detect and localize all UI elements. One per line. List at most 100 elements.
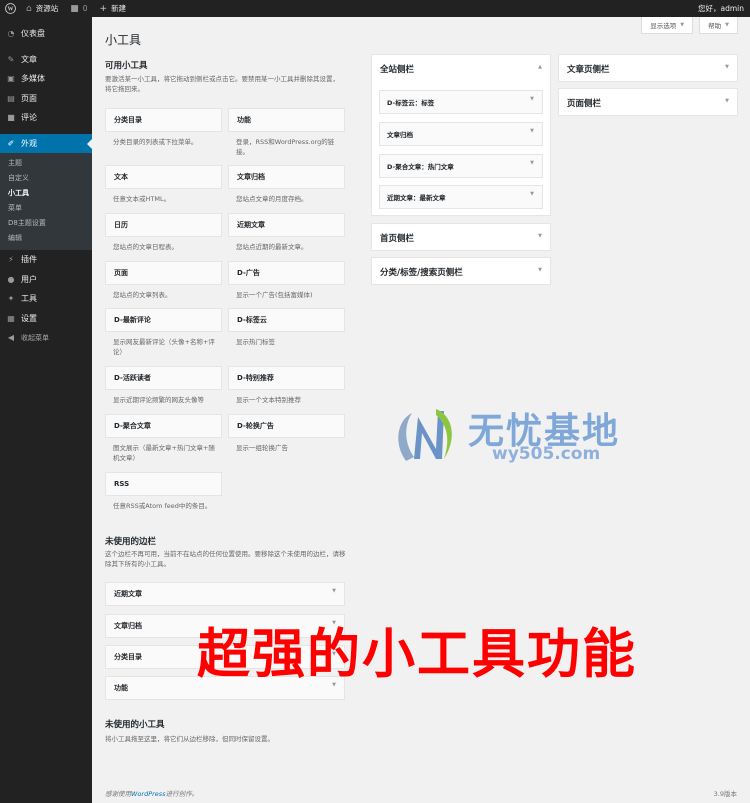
wordpress-link[interactable]: WordPress — [131, 790, 166, 798]
available-widget[interactable]: 功能 登录，RSS和WordPress.org的链接。 — [228, 108, 345, 157]
admin-bar: W ⌂ 资源站 ■ 0 + 新建 您好，admin — [0, 0, 750, 17]
widget-title[interactable]: D-活跃读者 — [105, 366, 222, 390]
available-widget[interactable]: D-最新评论 显示网友最新评论（头像+名称+评论） — [105, 308, 222, 357]
menu-posts[interactable]: ✎ 文章 — [0, 50, 92, 70]
submenu-customize[interactable]: 自定义 — [0, 171, 92, 186]
wordpress-logo-icon[interactable]: W — [0, 0, 20, 17]
available-widget[interactable]: RSS 任意RSS或Atom feed中的条目。 — [105, 472, 222, 512]
widget-title[interactable]: D-轮换广告 — [228, 414, 345, 438]
menu-users[interactable]: ● 用户 — [0, 270, 92, 290]
widget-title[interactable]: 页面 — [105, 261, 222, 285]
menu-tools[interactable]: ✦ 工具 — [0, 289, 92, 309]
sidebar-title: 文章页侧栏 — [567, 64, 610, 75]
widget-title[interactable]: D-特别推荐 — [228, 366, 345, 390]
menu-settings[interactable]: ▦ 设置 — [0, 309, 92, 329]
available-widget[interactable]: 分类目录 分类目录的列表或下拉菜单。 — [105, 108, 222, 148]
collapse-icon: ◀ — [7, 333, 15, 343]
submenu-themes[interactable]: 主题 — [0, 156, 92, 171]
menu-dashboard[interactable]: ◔ 仪表盘 — [0, 24, 92, 44]
available-widget[interactable]: D-聚合文章 图文展示（最新文章+热门文章+随机文章） — [105, 414, 222, 463]
chevron-down-icon[interactable]: ▼ — [725, 64, 729, 70]
widget-description: 显示一个文本特别推荐 — [236, 396, 301, 404]
site-name: 资源站 — [35, 4, 59, 13]
collapse-menu-button[interactable]: ◀ 收起菜单 — [0, 328, 92, 348]
chevron-down-icon[interactable]: ▼ — [725, 98, 729, 104]
sidebar-widget[interactable]: D-聚合文章：热门文章 ▼ — [379, 154, 543, 178]
sidebar-widget[interactable]: 近期文章：最新文章 ▼ — [379, 185, 543, 209]
sidebar-home-header[interactable]: 首页侧栏 ▼ — [372, 224, 550, 251]
menu-label: 设置 — [21, 313, 37, 323]
user-icon: ● — [7, 274, 15, 284]
available-widget[interactable]: D-特别推荐显示一个文本特别推荐 — [228, 366, 345, 406]
sidebar-article-header[interactable]: 文章页侧栏 ▼ — [559, 55, 737, 82]
widget-title[interactable]: 文本 — [105, 165, 222, 189]
available-widget[interactable]: 文章归档 您站点文章的月度存档。 — [228, 165, 345, 205]
chevron-down-icon[interactable]: ▼ — [538, 267, 542, 273]
comments-link[interactable]: ■ 0 — [64, 0, 93, 17]
widget-title[interactable]: 功能 — [228, 108, 345, 132]
available-widget[interactable]: D-标签云 显示热门标签 — [228, 308, 345, 348]
sidebar-title: 页面侧栏 — [567, 98, 602, 109]
chevron-down-icon[interactable]: ▼ — [530, 128, 534, 134]
widget-title[interactable]: RSS — [105, 472, 222, 496]
menu-label: 插件 — [21, 255, 37, 265]
menu-label: 外观 — [21, 138, 37, 148]
widget-title: D-标签云：标签 — [387, 99, 435, 107]
available-widget[interactable]: 日历 您站点的文章日程表。 — [105, 213, 222, 253]
help-button[interactable]: 帮助 ▼ — [699, 17, 738, 34]
sidebar-home[interactable]: 首页侧栏 ▼ — [371, 223, 551, 251]
widget-title[interactable]: D-广告 — [228, 261, 345, 285]
watermark-url: wy505.com — [492, 444, 601, 464]
available-widget[interactable]: 近期文章您站点近期的最新文章。 — [228, 213, 345, 253]
screen-meta-links: 显示选项 ▼ 帮助 ▼ — [641, 17, 738, 34]
widget-title[interactable]: 日历 — [105, 213, 222, 237]
available-widget[interactable]: D-广告 显示一个广告(包括富媒体) — [228, 261, 345, 301]
menu-media[interactable]: ▣ 多媒体 — [0, 69, 92, 89]
sidebar-article[interactable]: 文章页侧栏 ▼ — [558, 54, 738, 82]
widget-title[interactable]: D-聚合文章 — [105, 414, 222, 438]
watermark-logo-icon — [398, 409, 452, 461]
sidebar-page-header[interactable]: 页面侧栏 ▼ — [559, 89, 737, 116]
available-widget[interactable]: 文本 任意文本或HTML。 — [105, 165, 222, 205]
chevron-down-icon[interactable]: ▼ — [538, 233, 542, 239]
sidebar-site-header[interactable]: 全站侧栏 ▲ — [372, 55, 550, 82]
menu-pages[interactable]: ▤ 页面 — [0, 89, 92, 109]
menu-comments[interactable]: ■ 评论 — [0, 108, 92, 128]
available-widget[interactable]: D-轮换广告 显示一组轮换广告 — [228, 414, 345, 454]
widget-description: 您站点近期的最新文章。 — [236, 243, 308, 251]
site-name-link[interactable]: ⌂ 资源站 — [20, 0, 64, 17]
screen-options-button[interactable]: 显示选项 ▼ — [641, 17, 694, 34]
submenu-widgets[interactable]: 小工具 — [0, 186, 92, 201]
sidebar-widget[interactable]: D-标签云：标签 ▼ — [379, 90, 543, 114]
widget-title[interactable]: 分类目录 — [105, 108, 222, 132]
unused-widgets-heading: 未使用的小工具 — [105, 720, 165, 730]
chevron-down-icon[interactable]: ▼ — [332, 588, 336, 594]
chevron-up-icon[interactable]: ▲ — [538, 64, 542, 70]
new-content-link[interactable]: + 新建 — [94, 0, 133, 17]
sidebar-widget[interactable]: 文章归档 ▼ — [379, 122, 543, 146]
inactive-widget-item[interactable]: 近期文章 ▼ — [105, 582, 345, 606]
widget-title[interactable]: D-最新评论 — [105, 308, 222, 332]
appearance-submenu: 主题 自定义 小工具 菜单 D8主题设置 编辑 — [0, 153, 92, 250]
sidebar-category[interactable]: 分类/标签/搜索页侧栏 ▼ — [371, 257, 551, 285]
submenu-d8-settings[interactable]: D8主题设置 — [0, 216, 92, 231]
widget-title[interactable]: 近期文章 — [228, 213, 345, 237]
sidebar-page[interactable]: 页面侧栏 ▼ — [558, 88, 738, 116]
available-widget[interactable]: D-活跃读者 显示近期评论频繁的网友头像等 — [105, 366, 222, 406]
home-icon: ⌂ — [26, 3, 32, 14]
chevron-down-icon[interactable]: ▼ — [530, 160, 534, 166]
chevron-down-icon[interactable]: ▼ — [530, 191, 534, 197]
submenu-menus[interactable]: 菜单 — [0, 201, 92, 216]
footer-credit: 感谢使用WordPress进行创作。 — [105, 788, 198, 798]
sidebar-category-header[interactable]: 分类/标签/搜索页侧栏 ▼ — [372, 258, 550, 285]
widget-title[interactable]: 文章归档 — [228, 165, 345, 189]
widget-title[interactable]: D-标签云 — [228, 308, 345, 332]
widget-description: 任意RSS或Atom feed中的条目。 — [113, 502, 212, 510]
chevron-down-icon[interactable]: ▼ — [530, 96, 534, 102]
submenu-editor[interactable]: 编辑 — [0, 231, 92, 246]
menu-plugins[interactable]: ⚡ 插件 — [0, 250, 92, 270]
account-link[interactable]: 您好，admin — [692, 0, 750, 17]
unused-widgets-description: 将小工具拖至这里，将它们从边栏移除，但同时保留设置。 — [105, 735, 274, 743]
available-widget[interactable]: 页面 您站点的文章列表。 — [105, 261, 222, 301]
menu-appearance[interactable]: ✐ 外观 — [0, 133, 92, 153]
